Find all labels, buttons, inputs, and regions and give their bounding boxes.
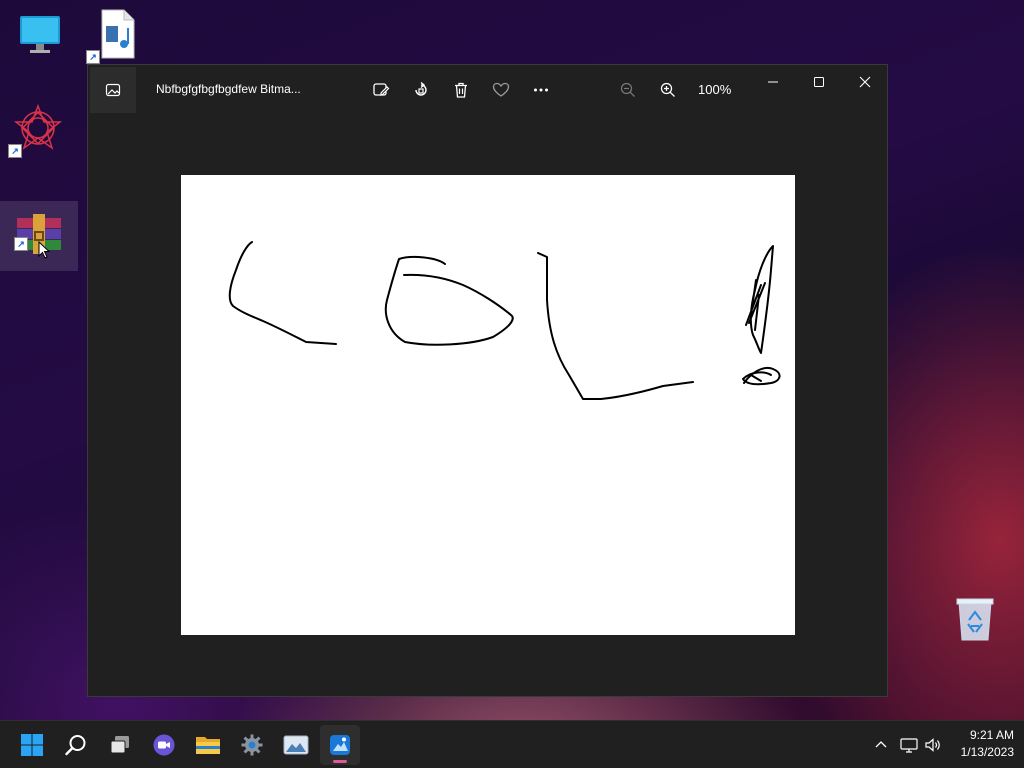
- clock[interactable]: 9:21 AM 1/13/2023: [950, 727, 1014, 761]
- more-options-button[interactable]: [526, 75, 556, 105]
- minimize-icon: [768, 81, 778, 83]
- shortcut-arrow-icon: ↗: [86, 50, 100, 64]
- clock-date: 1/13/2023: [960, 745, 1014, 759]
- shortcut-arrow-icon: ↗: [8, 144, 22, 158]
- more-icon: [534, 88, 548, 92]
- drawing-lol: [228, 241, 781, 400]
- image-canvas[interactable]: [181, 175, 795, 635]
- stroke-letter-l-curve: [228, 241, 337, 345]
- edit-image-icon: [373, 83, 390, 96]
- meet-button[interactable]: [144, 725, 184, 765]
- mouse-cursor-icon: [38, 241, 50, 259]
- close-icon: [859, 76, 871, 88]
- gear-icon: [241, 734, 263, 756]
- volume-button[interactable]: [922, 733, 944, 757]
- task-view-button[interactable]: [100, 725, 140, 765]
- delete-button[interactable]: [446, 75, 476, 105]
- winrar-archive-icon[interactable]: ↗: [0, 201, 78, 271]
- rotate-icon: [415, 81, 427, 96]
- search-icon: [65, 735, 86, 756]
- chevron-up-icon: [875, 741, 887, 748]
- stroke-exclamation-dot: [742, 367, 781, 386]
- monitor-icon: [20, 16, 60, 53]
- photos-icon: [330, 735, 350, 755]
- zoom-in-icon: [660, 82, 675, 97]
- recycle-bin-glyph-icon: [956, 598, 994, 641]
- photos-app-button[interactable]: [90, 67, 136, 113]
- photos-window[interactable]: Nbfbgfgfbgfbgdfew Bitma... 100%: [87, 64, 888, 697]
- delete-icon: [455, 82, 467, 98]
- window-title: Nbfbgfgfbgfbgdfew Bitma...: [156, 82, 301, 96]
- folder-icon: [196, 737, 220, 754]
- media-file-icon[interactable]: ↗: [84, 2, 148, 66]
- network-button[interactable]: [898, 733, 920, 757]
- close-button[interactable]: [842, 65, 888, 99]
- shortcut-arrow-icon: ↗: [14, 237, 28, 251]
- stroke-letter-l-upright: [537, 252, 694, 400]
- heart-icon: [492, 82, 510, 97]
- taskbar: 9:21 AM 1/13/2023: [0, 720, 1024, 768]
- active-app-indicator: [333, 760, 347, 763]
- photos-button[interactable]: [320, 725, 360, 765]
- search-button[interactable]: [56, 725, 96, 765]
- speaker-icon: [925, 738, 940, 752]
- file-explorer-button[interactable]: [188, 725, 228, 765]
- maximize-icon: [814, 77, 824, 87]
- zoom-in-button[interactable]: [653, 75, 683, 105]
- favorite-button[interactable]: [486, 75, 516, 105]
- this-pc-icon[interactable]: [8, 2, 72, 66]
- settings-button[interactable]: [232, 725, 272, 765]
- maximize-button[interactable]: [796, 65, 842, 99]
- photo-viewer-icon: [283, 735, 309, 755]
- show-hidden-icons-button[interactable]: [870, 733, 892, 757]
- network-icon: [900, 738, 918, 753]
- zoom-level[interactable]: 100%: [698, 82, 731, 97]
- task-view-icon: [110, 736, 129, 754]
- minimize-button[interactable]: [750, 65, 796, 99]
- stroke-letter-o: [384, 255, 514, 346]
- edit-image-button[interactable]: [366, 75, 396, 105]
- windows-logo-icon: [21, 734, 43, 756]
- app-shortcut-icon[interactable]: ↗: [6, 96, 70, 160]
- zoom-out-icon: [620, 82, 635, 97]
- image-icon: [105, 83, 121, 97]
- title-bar[interactable]: Nbfbgfgfbgfbgdfew Bitma... 100%: [88, 65, 887, 113]
- start-button[interactable]: [12, 725, 52, 765]
- zoom-out-button[interactable]: [613, 75, 643, 105]
- recycle-bin-icon[interactable]: [950, 594, 1000, 646]
- photos-viewer-button[interactable]: [276, 725, 316, 765]
- video-chat-icon: [153, 734, 175, 756]
- rotate-button[interactable]: [406, 75, 436, 105]
- clock-time: 9:21 AM: [969, 728, 1014, 742]
- stroke-exclamation-bar: [745, 245, 774, 354]
